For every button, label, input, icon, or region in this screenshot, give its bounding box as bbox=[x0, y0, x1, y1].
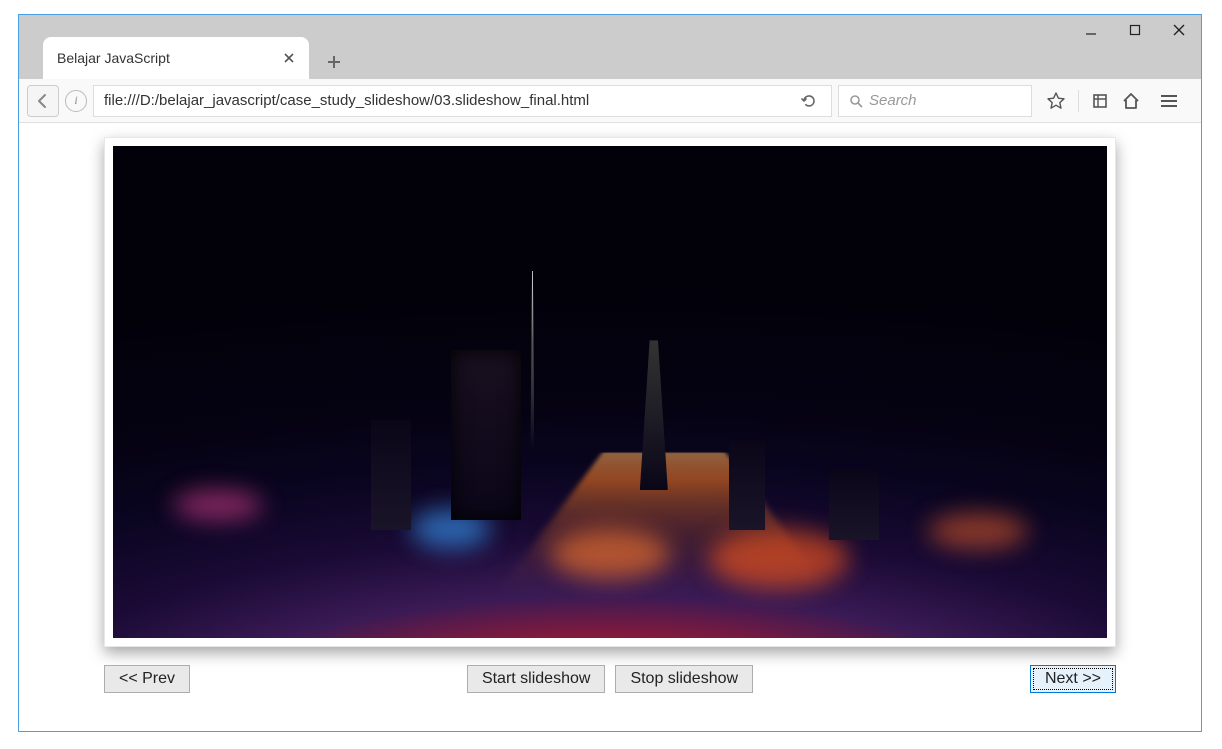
next-button[interactable]: Next >> bbox=[1030, 665, 1116, 693]
separator bbox=[1078, 90, 1079, 112]
close-tab-icon[interactable] bbox=[283, 52, 295, 64]
menu-icon[interactable] bbox=[1153, 85, 1185, 117]
titlebar: Belajar JavaScript bbox=[19, 15, 1201, 79]
home-icon[interactable] bbox=[1121, 91, 1141, 111]
site-info-icon[interactable]: i bbox=[65, 90, 87, 112]
url-text: file:///D:/belajar_javascript/case_study… bbox=[104, 92, 797, 109]
slideshow-controls: << Prev Start slideshow Stop slideshow N… bbox=[104, 665, 1116, 693]
window-controls bbox=[1069, 15, 1201, 45]
toolbar: i file:///D:/belajar_javascript/case_stu… bbox=[19, 79, 1201, 123]
stop-slideshow-button[interactable]: Stop slideshow bbox=[615, 665, 753, 693]
search-icon bbox=[849, 94, 863, 108]
slideshow-image-frame bbox=[104, 137, 1116, 647]
search-bar[interactable]: Search bbox=[838, 85, 1032, 117]
browser-window: Belajar JavaScript i file:///D:/belaj bbox=[18, 14, 1202, 732]
search-placeholder: Search bbox=[869, 92, 917, 109]
start-slideshow-button[interactable]: Start slideshow bbox=[467, 665, 606, 693]
page-content: << Prev Start slideshow Stop slideshow N… bbox=[19, 123, 1201, 731]
prev-button[interactable]: << Prev bbox=[104, 665, 190, 693]
library-icon[interactable] bbox=[1091, 92, 1109, 110]
minimize-button[interactable] bbox=[1069, 15, 1113, 45]
toolbar-icons bbox=[1038, 85, 1193, 117]
back-button[interactable] bbox=[27, 85, 59, 117]
url-bar[interactable]: file:///D:/belajar_javascript/case_study… bbox=[93, 85, 832, 117]
close-window-button[interactable] bbox=[1157, 15, 1201, 45]
new-tab-button[interactable] bbox=[319, 47, 349, 77]
slideshow-image bbox=[113, 146, 1107, 638]
browser-tab[interactable]: Belajar JavaScript bbox=[43, 37, 309, 79]
tab-title: Belajar JavaScript bbox=[57, 50, 170, 66]
bookmark-star-icon[interactable] bbox=[1046, 91, 1066, 111]
refresh-icon[interactable] bbox=[797, 93, 821, 109]
maximize-button[interactable] bbox=[1113, 15, 1157, 45]
